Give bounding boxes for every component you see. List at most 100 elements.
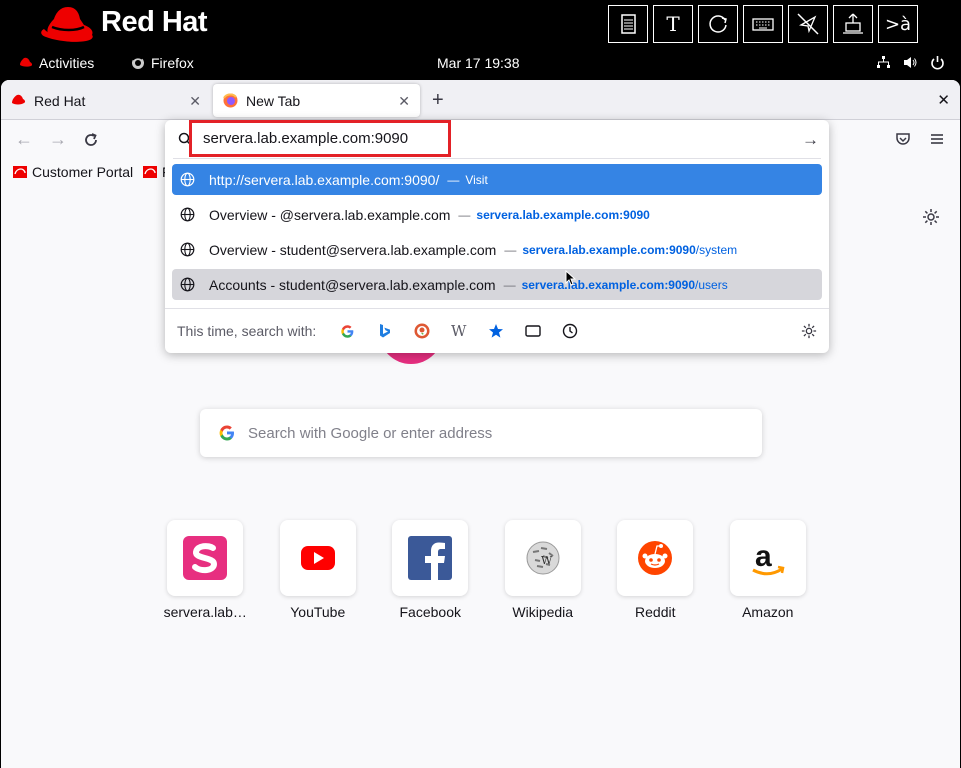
site-label: Wikipedia: [512, 604, 574, 620]
site-tile: [167, 520, 244, 596]
search-with-label: This time, search with:: [177, 323, 317, 339]
keyboard-icon: [752, 18, 774, 31]
search-settings-gear-icon[interactable]: [801, 323, 817, 339]
newtab-settings-gear-icon[interactable]: [922, 208, 940, 226]
top-site-amazon[interactable]: a Amazon: [712, 520, 825, 620]
tab-red-hat[interactable]: Red Hat ✕: [1, 84, 211, 117]
app-menu-label: Firefox: [151, 55, 194, 71]
globe-icon: [180, 242, 195, 257]
input-method-button[interactable]: >à: [878, 5, 918, 43]
suggestion-url: servera.lab.example.com:9090/system: [522, 243, 737, 257]
suggestion-path: /system: [695, 242, 738, 257]
notes-button[interactable]: [608, 5, 648, 43]
firefox-favicon-icon: [223, 93, 238, 108]
mouse-pointer-icon: [565, 270, 576, 286]
wikipedia-icon: W: [526, 541, 560, 575]
new-tab-plus-icon[interactable]: +: [432, 89, 444, 112]
bookmarks-star-icon[interactable]: [486, 322, 505, 341]
redhat-brand-text: Red Hat: [101, 6, 208, 38]
refresh-circle-icon: [709, 15, 727, 33]
site-tile: W: [504, 520, 581, 596]
go-arrow-icon[interactable]: →: [802, 130, 819, 150]
reddit-icon: [638, 541, 673, 575]
lab-toolbar: T >à: [608, 5, 918, 43]
pocket-icon[interactable]: [895, 131, 911, 147]
redhat-small-icon: [20, 57, 33, 67]
divider: [173, 158, 821, 159]
clock[interactable]: Mar 17 19:38: [437, 55, 520, 71]
window-close-icon[interactable]: ✕: [937, 91, 950, 109]
tab-label: New Tab: [246, 92, 301, 109]
tabs-icon[interactable]: [523, 322, 542, 341]
top-site-facebook[interactable]: Facebook: [374, 520, 487, 620]
site-tile: [617, 520, 694, 596]
newtab-search-box[interactable]: [200, 409, 762, 457]
reload-icon[interactable]: [83, 132, 99, 148]
site-tile: a: [729, 520, 806, 596]
tab-close-icon[interactable]: ✕: [189, 93, 201, 110]
newtab-search-input[interactable]: [248, 424, 728, 442]
urlbar-input[interactable]: [203, 130, 443, 147]
suggestion-separator: —: [458, 207, 471, 222]
history-clock-icon[interactable]: [560, 322, 579, 341]
top-site-youtube[interactable]: YouTube: [262, 520, 375, 620]
forward-arrow-icon[interactable]: →: [49, 129, 67, 150]
redhat-logo-icon: [41, 7, 93, 42]
site-label: Amazon: [742, 604, 794, 620]
globe-icon: [180, 207, 195, 222]
wikipedia-engine-icon[interactable]: W: [449, 322, 468, 341]
suggestion-visit[interactable]: http://servera.lab.example.com:9090/ — V…: [172, 164, 822, 195]
text-button[interactable]: T: [653, 5, 693, 43]
suggestion-title: http://servera.lab.example.com:9090/: [209, 171, 440, 188]
google-g-icon: [219, 425, 234, 441]
engine-list: W: [338, 322, 579, 341]
reset-button[interactable]: [698, 5, 738, 43]
amazon-icon: a: [752, 540, 785, 576]
tab-new-tab[interactable]: New Tab ✕: [213, 84, 420, 117]
suggestion-history[interactable]: Overview - @servera.lab.example.com — se…: [172, 199, 822, 230]
app-menu[interactable]: Firefox: [131, 55, 194, 71]
facebook-icon: [408, 536, 453, 580]
top-sites-grid: servera.lab… YouTube Facebook W Wikipedi…: [149, 520, 824, 620]
site-label: YouTube: [290, 604, 346, 620]
fullscreen-disabled-icon: [797, 13, 819, 35]
lab-banner: Red Hat T >à: [0, 0, 961, 48]
keyboard-button[interactable]: [743, 5, 783, 43]
upload-icon: [843, 13, 863, 34]
top-site-wikipedia[interactable]: W Wikipedia: [487, 520, 600, 620]
site-tile: [279, 520, 356, 596]
tab-close-icon[interactable]: ✕: [398, 93, 410, 110]
back-arrow-icon[interactable]: ←: [15, 129, 33, 150]
top-site-servera[interactable]: servera.lab…: [149, 520, 262, 620]
activities-button[interactable]: Activities: [18, 55, 94, 71]
duckduckgo-icon[interactable]: [412, 322, 431, 341]
volume-icon: [904, 57, 917, 68]
network-icon: [877, 56, 890, 68]
power-icon: [931, 56, 944, 70]
one-off-search-bar: This time, search with: W: [165, 308, 829, 353]
suggestion-url: servera.lab.example.com:9090: [476, 208, 649, 222]
upload-button[interactable]: [833, 5, 873, 43]
suggestion-separator: —: [504, 242, 517, 257]
suggestion-history[interactable]: Overview - student@servera.lab.example.c…: [172, 234, 822, 265]
fullscreen-button[interactable]: [788, 5, 828, 43]
bookmark-customer-portal[interactable]: Customer Portal: [13, 164, 133, 180]
system-status-area[interactable]: [876, 55, 945, 70]
urlbar-highlight-box: [189, 120, 451, 157]
suggestion-history[interactable]: Accounts - student@servera.lab.example.c…: [172, 269, 822, 300]
top-site-reddit[interactable]: Reddit: [599, 520, 712, 620]
input-method-icon: >à: [884, 13, 912, 35]
google-icon[interactable]: [338, 322, 357, 341]
suggestion-action: Visit: [465, 172, 488, 187]
youtube-icon: [300, 546, 335, 570]
bookmark-label: Customer Portal: [32, 164, 134, 180]
redhat-bookmark-icon: [13, 166, 27, 178]
bing-icon[interactable]: [375, 322, 394, 341]
suggestion-url: servera.lab.example.com:9090/users: [522, 278, 728, 292]
hamburger-menu-icon[interactable]: [929, 131, 945, 147]
tab-label: Red Hat: [34, 92, 86, 109]
redhat-favicon-icon: [12, 94, 26, 105]
firefox-mono-icon: [132, 56, 144, 69]
tab-bar: Red Hat ✕ New Tab ✕ + ✕: [1, 80, 960, 120]
text-icon: T: [666, 12, 680, 36]
